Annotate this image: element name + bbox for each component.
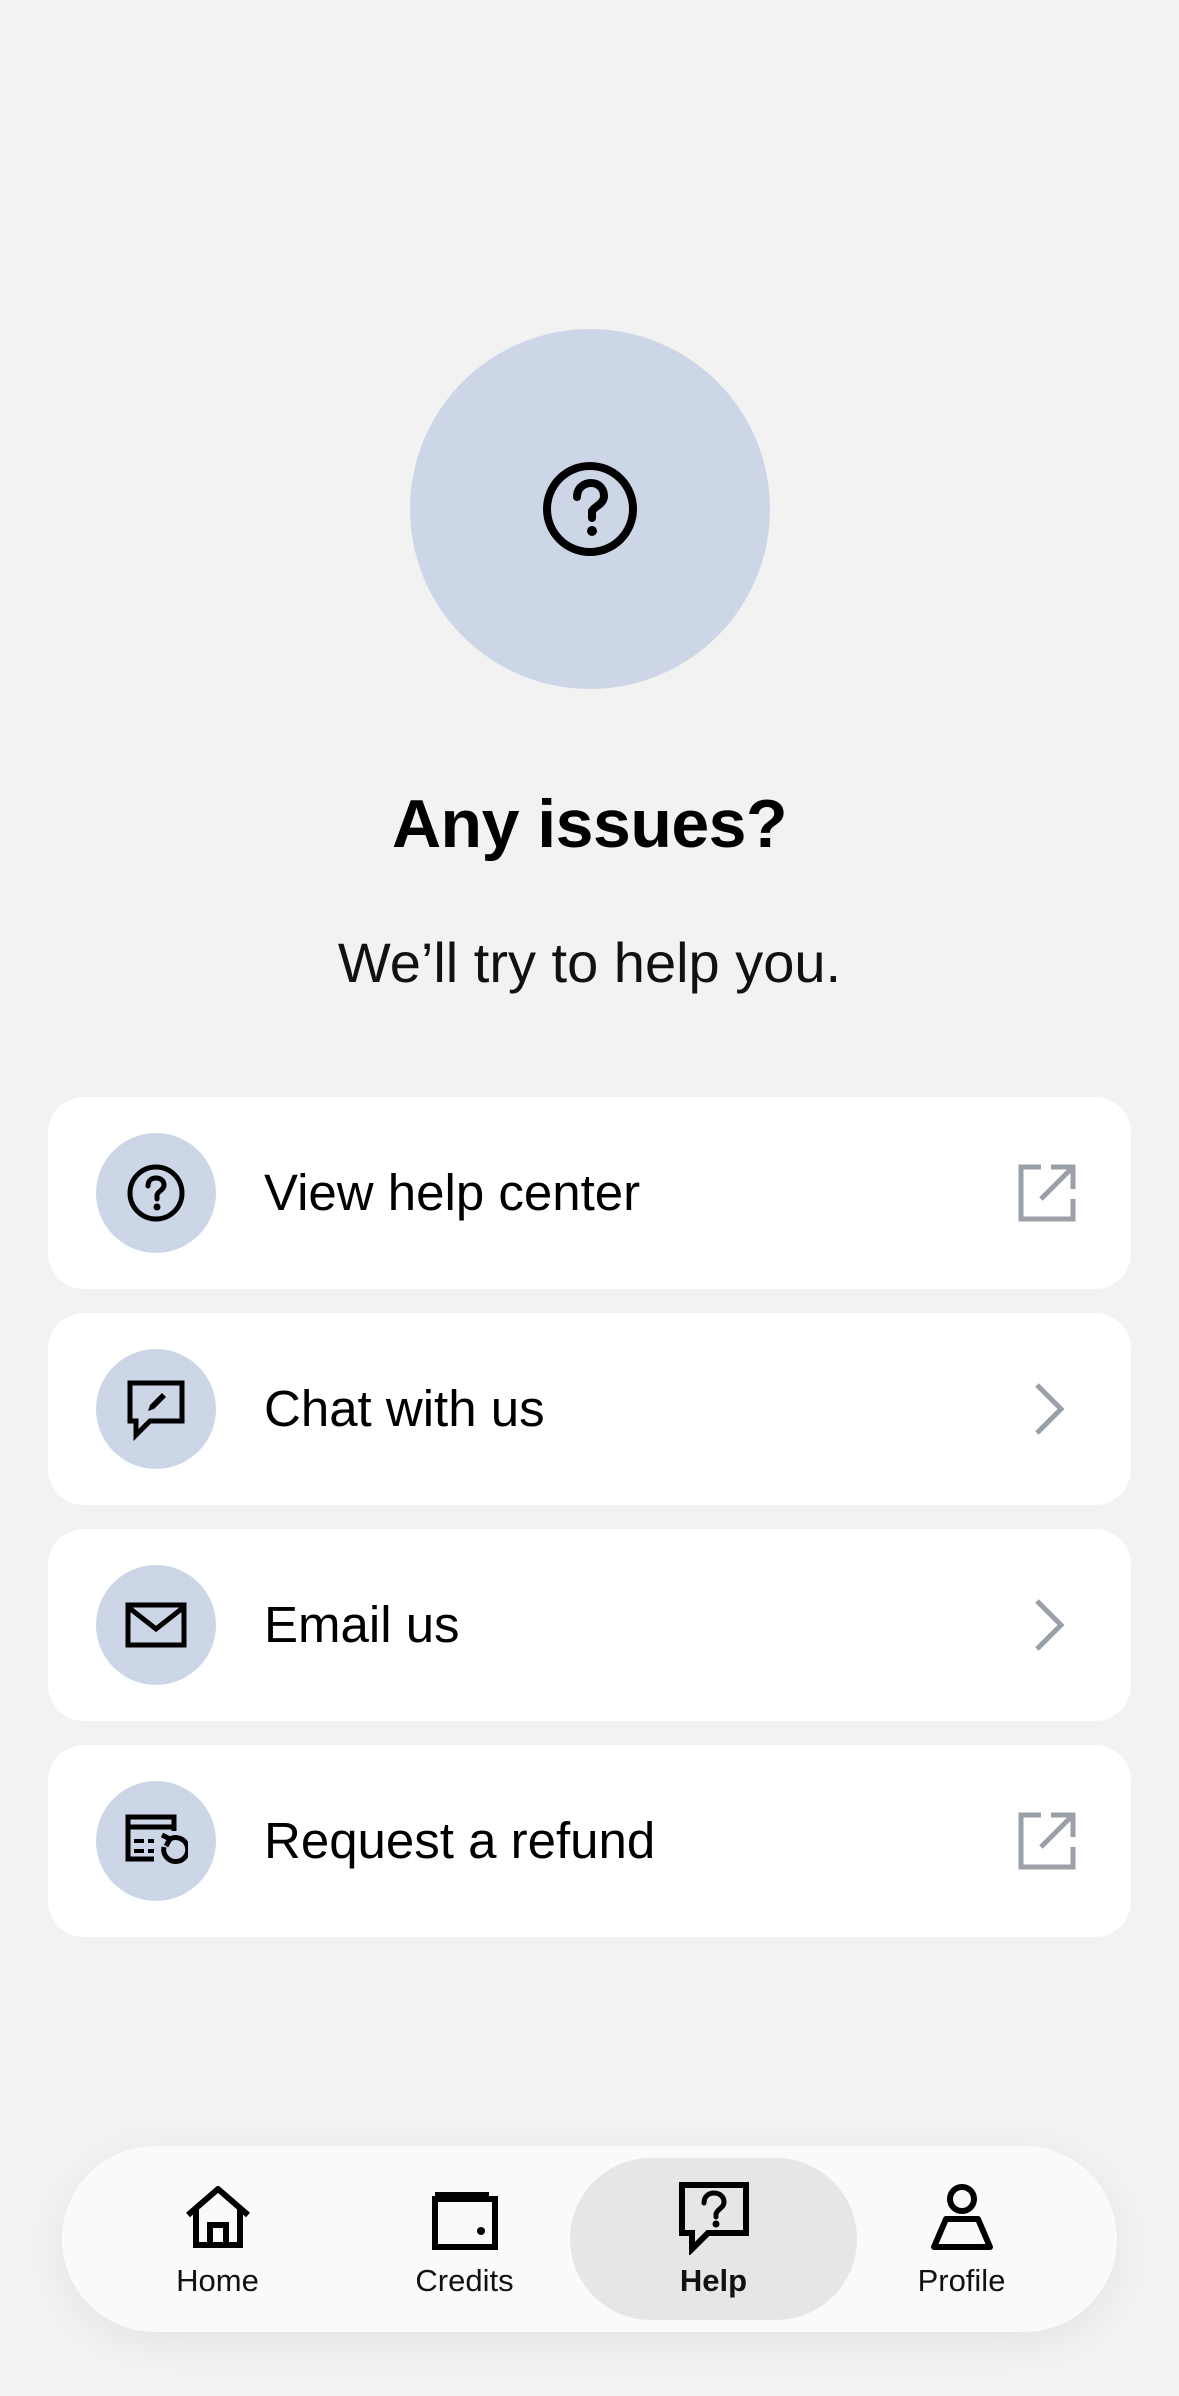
home-icon bbox=[185, 2186, 250, 2248]
nav-help[interactable]: Help bbox=[570, 2158, 857, 2320]
chevron-right-icon bbox=[1011, 1589, 1083, 1661]
help-chat-icon bbox=[678, 2182, 749, 2255]
help-circle-icon bbox=[127, 1164, 185, 1222]
nav-label: Profile bbox=[917, 2263, 1006, 2298]
nav-credits[interactable]: Credits bbox=[321, 2158, 608, 2320]
user-icon bbox=[930, 2184, 993, 2250]
view-help-center-button[interactable]: View help center bbox=[48, 1097, 1131, 1289]
page-title: Any issues? bbox=[391, 786, 788, 862]
card-icon-badge bbox=[96, 1349, 216, 1469]
card-label: Request a refund bbox=[264, 1812, 656, 1869]
nav-label: Credits bbox=[415, 2263, 514, 2298]
card-label: Chat with us bbox=[264, 1380, 545, 1437]
card-label: Email us bbox=[264, 1596, 460, 1653]
card-label: View help center bbox=[264, 1164, 641, 1221]
page-subtitle: We’ll try to help you. bbox=[337, 931, 842, 994]
wallet-icon bbox=[431, 2192, 498, 2250]
nav-label: Home bbox=[176, 2263, 259, 2298]
card-icon-badge bbox=[96, 1781, 216, 1901]
chat-with-us-button[interactable]: Chat with us bbox=[48, 1313, 1131, 1505]
external-link-icon bbox=[1011, 1157, 1083, 1229]
nav-label: Help bbox=[679, 2263, 748, 2298]
card-icon-badge bbox=[96, 1133, 216, 1253]
nav-home[interactable]: Home bbox=[74, 2158, 361, 2320]
mail-icon bbox=[125, 1602, 187, 1648]
external-link-icon bbox=[1011, 1805, 1083, 1877]
chat-edit-icon bbox=[127, 1380, 185, 1441]
request-refund-button[interactable]: Request a refund bbox=[48, 1745, 1131, 1937]
chevron-right-icon bbox=[1011, 1373, 1083, 1445]
email-us-button[interactable]: Email us bbox=[48, 1529, 1131, 1721]
help-hero-badge bbox=[410, 329, 770, 689]
card-refund-icon bbox=[125, 1814, 188, 1864]
help-circle-icon bbox=[543, 462, 637, 556]
bottom-nav: Home Credits Help Profile bbox=[62, 2146, 1117, 2332]
card-icon-badge bbox=[96, 1565, 216, 1685]
nav-profile[interactable]: Profile bbox=[818, 2158, 1105, 2320]
